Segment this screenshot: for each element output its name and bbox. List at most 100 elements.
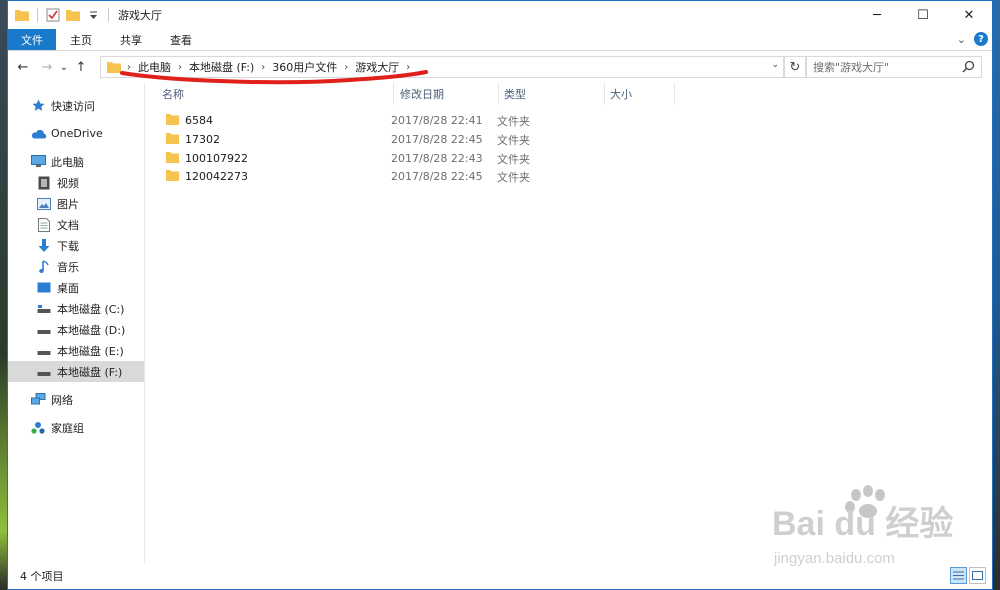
address-bar[interactable]: › 此电脑 › 本地磁盘 (F:) › 360用户文件 › 游戏大厅 › ⌄ [100,56,784,78]
forward-button[interactable]: → [38,56,56,78]
window-controls: ─ ☐ ✕ [854,1,992,29]
file-name: 120042273 [185,170,248,183]
expand-ribbon-icon[interactable]: ⌄ [957,33,966,46]
nav-item-label: OneDrive [51,127,103,140]
nav-item-pictures[interactable]: 图片 [8,193,144,214]
tab-share[interactable]: 共享 [106,29,156,50]
homegroup-icon [30,420,46,436]
refresh-button[interactable]: ↻ [784,56,806,78]
breadcrumb-separator[interactable]: › [125,62,133,73]
maximize-button[interactable]: ☐ [900,1,946,29]
file-date: 2017/8/28 22:45 [391,133,483,146]
desktop-icon [36,280,52,296]
column-header-name[interactable]: 名称 [146,83,394,105]
search-input[interactable]: 搜索"游戏大厅" [806,56,982,78]
nav-item-onedrive[interactable]: OneDrive [8,123,144,144]
file-list: 名称 修改日期 类型 大小 6584 2017/8/28 22:41 文件夹 1… [146,83,992,563]
music-icon [36,259,52,275]
nav-item-network[interactable]: 网络 [8,389,144,410]
content-area: 快速访问 OneDrive 此电脑 视频 图片 文档 下载 音乐 桌面 本地磁盘… [8,83,992,563]
nav-item-label: 家庭组 [51,421,84,435]
ribbon-right-controls: ⌄ ? [957,32,988,46]
nav-item-drive-d[interactable]: 本地磁盘 (D:) [8,319,144,340]
breadcrumb-separator[interactable]: › [176,62,184,73]
file-row[interactable]: 6584 2017/8/28 22:41 文件夹 [146,111,992,130]
recent-locations-button[interactable]: ⌄ [58,56,70,78]
desktop-background-left [0,0,7,590]
nav-item-drive-e[interactable]: 本地磁盘 (E:) [8,340,144,361]
large-icons-view-icon[interactable] [969,567,986,584]
nav-item-drive-c[interactable]: 本地磁盘 (C:) [8,298,144,319]
nav-item-label: 音乐 [57,260,79,274]
breadcrumb-separator[interactable]: › [342,62,350,73]
nav-item-videos[interactable]: 视频 [8,172,144,193]
customize-dropdown-icon[interactable] [85,7,101,23]
file-date: 2017/8/28 22:43 [391,152,483,165]
address-history-dropdown[interactable]: ⌄ [771,60,779,70]
nav-item-label: 网络 [51,393,73,407]
nav-item-label: 桌面 [57,281,79,295]
nav-item-downloads[interactable]: 下载 [8,235,144,256]
nav-item-documents[interactable]: 文档 [8,214,144,235]
breadcrumb-360-user-files[interactable]: 360用户文件 [267,59,342,75]
breadcrumb-drive-f[interactable]: 本地磁盘 (F:) [184,59,259,75]
breadcrumb-game-hall[interactable]: 游戏大厅 [350,59,404,75]
folder-icon [107,61,121,73]
new-folder-icon[interactable] [65,7,81,23]
tab-view[interactable]: 查看 [156,29,206,50]
nav-item-label: 本地磁盘 (E:) [57,344,124,358]
documents-icon [36,217,52,233]
quick-access-toolbar [8,7,112,23]
column-header-date[interactable]: 修改日期 [394,83,499,105]
item-count: 4 个项目 [20,570,64,583]
file-row[interactable]: 100107922 2017/8/28 22:43 文件夹 [146,149,992,168]
nav-item-label: 此电脑 [51,155,84,169]
toolbar-divider [108,8,109,22]
help-icon[interactable]: ? [974,32,988,46]
search-placeholder: 搜索"游戏大厅" [813,61,890,74]
nav-item-label: 快速访问 [51,99,95,113]
minimize-button[interactable]: ─ [854,1,900,29]
close-button[interactable]: ✕ [946,1,992,29]
breadcrumb-separator[interactable]: › [404,62,412,73]
status-bar: 4 个项目 [8,563,992,589]
breadcrumb-this-pc[interactable]: 此电脑 [133,59,176,75]
folder-icon [166,132,179,148]
drive-icon [36,343,52,359]
nav-item-label: 文档 [57,218,79,232]
file-type: 文件夹 [497,133,530,147]
cloud-icon [30,126,46,142]
nav-item-this-pc[interactable]: 此电脑 [8,151,144,172]
up-button[interactable]: ↑ [72,56,90,78]
pictures-icon [36,196,52,212]
properties-check-icon[interactable] [45,7,61,23]
drive-icon [36,322,52,338]
search-icon[interactable] [962,60,975,76]
file-row[interactable]: 120042273 2017/8/28 22:45 文件夹 [146,167,992,186]
details-view-icon[interactable] [950,567,967,584]
folder-icon [166,151,179,167]
nav-item-music[interactable]: 音乐 [8,256,144,277]
toolbar-divider [37,8,38,22]
file-date: 2017/8/28 22:45 [391,170,483,183]
breadcrumb-separator[interactable]: › [259,62,267,73]
tab-file[interactable]: 文件 [8,29,56,50]
nav-item-label: 下载 [57,239,79,253]
title-bar: 游戏大厅 ─ ☐ ✕ [8,1,992,29]
folder-icon[interactable] [14,7,30,23]
back-button[interactable]: ← [14,56,32,78]
nav-item-drive-f[interactable]: 本地磁盘 (F:) [8,361,144,382]
column-header-type[interactable]: 类型 [499,83,605,105]
nav-item-desktop[interactable]: 桌面 [8,277,144,298]
nav-item-label: 图片 [57,197,79,211]
nav-item-quick-access[interactable]: 快速访问 [8,95,144,116]
column-header-size[interactable]: 大小 [605,83,675,105]
nav-item-homegroup[interactable]: 家庭组 [8,417,144,438]
file-type: 文件夹 [497,114,530,128]
download-icon [36,238,52,254]
navigation-pane: 快速访问 OneDrive 此电脑 视频 图片 文档 下载 音乐 桌面 本地磁盘… [8,83,145,563]
video-icon [36,175,52,191]
file-row[interactable]: 17302 2017/8/28 22:45 文件夹 [146,130,992,149]
tab-home[interactable]: 主页 [56,29,106,50]
nav-item-label: 本地磁盘 (D:) [57,323,126,337]
